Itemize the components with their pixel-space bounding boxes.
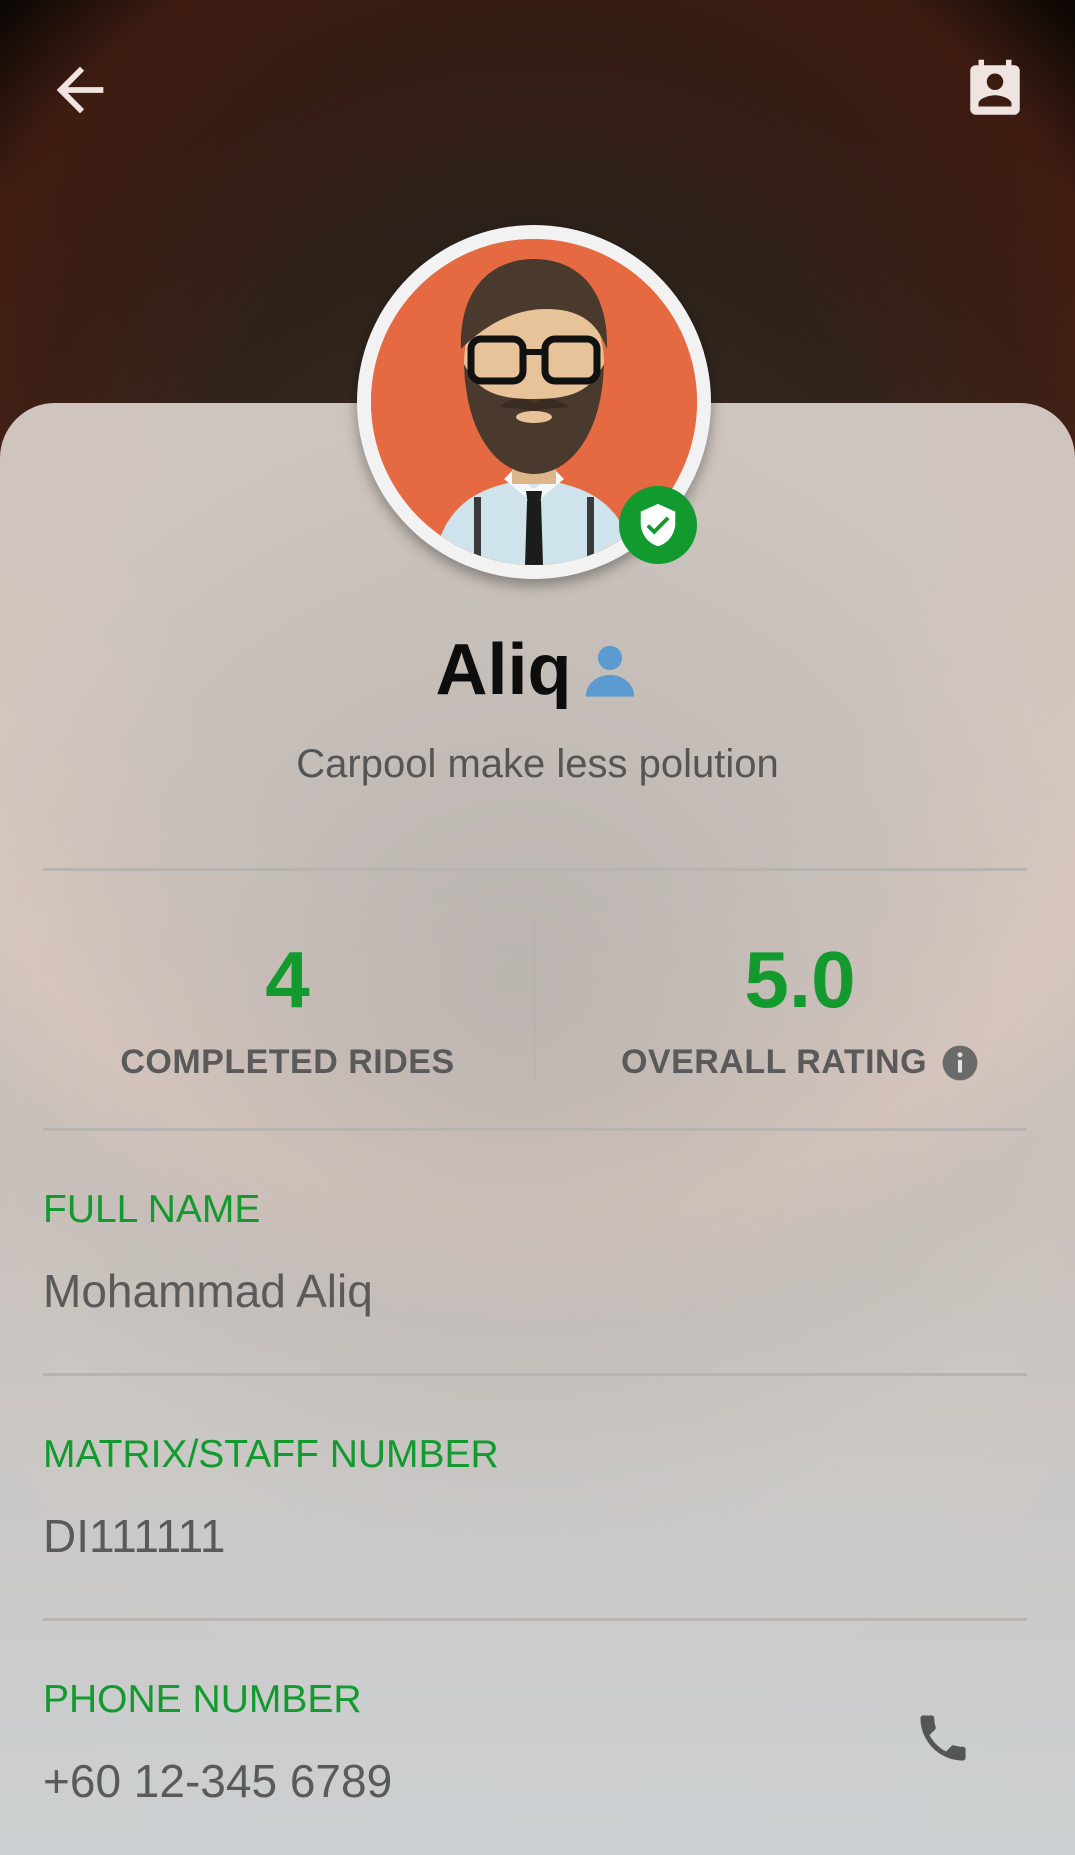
back-button[interactable] [30, 40, 130, 140]
overall-rating-value: 5.0 [744, 935, 856, 1024]
info-icon[interactable] [941, 1044, 979, 1082]
call-button[interactable] [905, 1700, 980, 1775]
divider [43, 1128, 1027, 1131]
phone-number-field: PHONE NUMBER +60 12-345 6789 [43, 1678, 1027, 1808]
divider [43, 1618, 1027, 1621]
full-name-value: Mohammad Aliq [43, 1265, 373, 1317]
matrix-staff-number-field: MATRIX/STAFF NUMBER DI111111 [43, 1433, 1027, 1563]
profile-bio: Carpool make less polution [296, 742, 779, 786]
matrix-staff-number-value: DI111111 [43, 1510, 226, 1562]
overall-rating-label: OVERALL RATING [620, 1043, 928, 1081]
divider [43, 868, 1027, 871]
contact-card-button[interactable] [945, 40, 1045, 140]
contact-card-icon [970, 59, 1020, 115]
arrow-back-icon [56, 66, 104, 114]
completed-rides-stat: 4 COMPLETED RIDES [20, 935, 555, 1082]
completed-rides-label: COMPLETED RIDES [120, 1043, 455, 1081]
top-bar [0, 0, 1075, 190]
profile-name: Aliq [435, 630, 572, 710]
full-name-label: FULL NAME [43, 1188, 261, 1231]
shield-check-icon [640, 503, 676, 547]
full-name-field: FULL NAME Mohammad Aliq [43, 1188, 1027, 1318]
verified-badge [619, 486, 697, 564]
phone-icon [920, 1715, 965, 1760]
divider [43, 1373, 1027, 1376]
completed-rides-value: 4 [265, 935, 310, 1024]
name-row: Aliq [0, 630, 1075, 710]
phone-number-value: +60 12-345 6789 [43, 1755, 393, 1807]
matrix-staff-number-label: MATRIX/STAFF NUMBER [43, 1433, 499, 1476]
person-icon [586, 645, 635, 697]
phone-number-label: PHONE NUMBER [43, 1678, 362, 1721]
overall-rating-stat: 5.0 OVERALL RATING [535, 935, 1065, 1082]
